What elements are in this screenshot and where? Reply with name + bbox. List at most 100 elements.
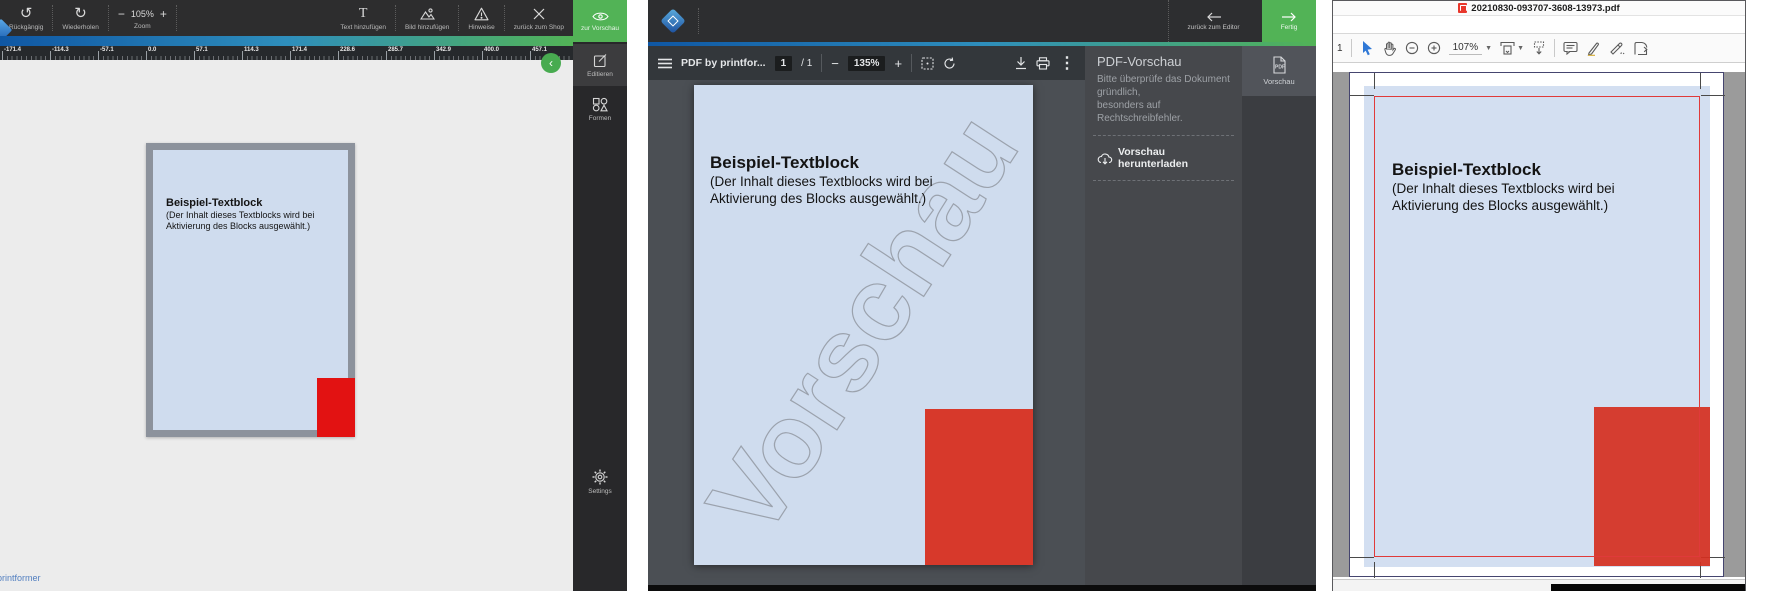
zoom-value[interactable]: 135% — [848, 56, 886, 71]
textblock-line1: (Der Inhalt dieses Textblocks wird bei — [1392, 180, 1615, 197]
redo-label: Wiederholen — [62, 24, 99, 31]
highlighter-icon[interactable] — [1586, 41, 1601, 56]
textblock-line2: Aktivierung des Blocks ausgewählt.) — [166, 221, 314, 232]
brand-gradient-bar — [0, 36, 573, 46]
edit-icon — [593, 53, 608, 68]
adobe-pdf-icon — [1458, 3, 1467, 13]
sidebar-item-edit[interactable]: Editieren — [573, 44, 627, 86]
sign-pen-icon[interactable] — [1609, 41, 1625, 55]
textblock-heading: Beispiel-Textblock — [1392, 160, 1615, 180]
ruler-tick-label: -57.1 — [100, 47, 114, 53]
sidebar-hint-line1: Bitte überprüfe das Dokument gründlich, — [1097, 73, 1230, 99]
red-image-block — [925, 409, 1033, 565]
back-to-editor-button[interactable]: zurück zum Editor — [1168, 0, 1258, 42]
page-fit-icon[interactable]: ▼ — [1500, 41, 1524, 55]
pdf-document-title: PDF by printfor... — [681, 57, 766, 69]
preview-header: zurück zum Editor Fertig — [648, 0, 1316, 42]
textblock-line1: (Der Inhalt dieses Textblocks wird bei — [710, 173, 933, 190]
back-to-editor-label: zurück zum Editor — [1187, 24, 1239, 31]
arrow-right-icon — [1281, 12, 1297, 22]
pdf-page: Beispiel-Textblock (Der Inhalt dieses Te… — [1349, 72, 1724, 577]
toolbar-separator — [1554, 39, 1555, 57]
done-button[interactable]: Fertig — [1262, 0, 1316, 42]
select-tool-icon[interactable] — [1360, 40, 1374, 56]
header-separator — [698, 8, 699, 34]
toolbar-separator — [821, 54, 822, 72]
dashed-separator — [1093, 180, 1234, 181]
download-preview-label: Vorschau herunterladen — [1118, 146, 1230, 170]
ruler-tick-label: 0.0 — [148, 47, 156, 53]
add-image-button[interactable]: Bild hinzufügen — [396, 0, 458, 36]
ruler-tick-label: -114.3 — [52, 47, 69, 53]
zoom-out-icon[interactable] — [1405, 41, 1419, 55]
to-preview-button[interactable]: zur Vorschau — [573, 0, 627, 42]
redo-button[interactable]: ↻ Wiederholen — [53, 0, 108, 36]
ruler-tick-label: 342.9 — [436, 47, 451, 53]
ruler-tick-label: 400.0 — [484, 47, 499, 53]
pdf-page: Vorschau Beispiel-Textblock (Der Inhalt … — [694, 85, 1033, 565]
close-icon — [533, 6, 545, 22]
sidebar-hint-line2: besonders auf Rechtschreibfehler. — [1097, 99, 1230, 125]
hand-tool-icon[interactable] — [1382, 40, 1397, 56]
chevron-down-icon: ▼ — [1485, 45, 1492, 52]
editor-panel: ↺ Rückgängig ↻ Wiederholen − 105% + Zoom… — [0, 0, 627, 591]
page-number-input[interactable]: 1 — [775, 56, 793, 71]
more-options-icon[interactable]: ⋮ — [1059, 53, 1075, 73]
zoom-value: 107% — [1449, 42, 1483, 55]
download-preview-button[interactable]: Vorschau herunterladen — [1097, 146, 1230, 170]
back-to-shop-label: zurück zum Shop — [514, 24, 564, 31]
zoom-out-button[interactable]: − — [831, 56, 839, 71]
textblock-heading: Beispiel-Textblock — [710, 153, 933, 173]
comment-icon[interactable] — [1563, 41, 1578, 55]
red-image-block — [1594, 407, 1710, 566]
page-margin-right — [1724, 72, 1745, 577]
undo-icon: ↺ — [20, 6, 33, 22]
cloud-download-icon — [1097, 152, 1113, 165]
scroll-mode-icon[interactable] — [1532, 41, 1546, 55]
pdf-preview-panel: zurück zum Editor Fertig PDF by printfor… — [648, 0, 1316, 591]
toolbar-spacer — [177, 0, 332, 36]
pdf-viewer-toolbar: PDF by printfor... 1 / 1 − 135% + ⋮ — [648, 46, 1085, 80]
hints-button[interactable]: Hinweise — [459, 0, 503, 36]
preview-tab-strip: PDF Vorschau — [1242, 46, 1316, 585]
dashed-separator — [1093, 135, 1234, 136]
zoom-control: − 105% + Zoom — [109, 0, 176, 36]
chevron-down-icon: ▼ — [1517, 45, 1524, 52]
toolbar-separator — [911, 54, 912, 72]
sidebar-item-shapes[interactable]: Formen — [573, 88, 627, 130]
share-page-icon[interactable] — [1633, 41, 1648, 56]
textblock-heading: Beispiel-Textblock — [166, 197, 314, 210]
editor-canvas[interactable]: Beispiel-Textblock (Der Inhalt dieses Te… — [0, 60, 573, 591]
pdf-file-icon: PDF — [1272, 56, 1287, 74]
tab-vorschau-label: Vorschau — [1263, 77, 1294, 86]
download-icon[interactable] — [1015, 57, 1027, 70]
sidebar-title: PDF-Vorschau — [1097, 54, 1230, 69]
acrobat-document-area[interactable]: Beispiel-Textblock (Der Inhalt dieses Te… — [1333, 63, 1745, 579]
back-to-shop-button[interactable]: zurück zum Shop — [505, 0, 573, 36]
sidebar-item-settings-label: Settings — [588, 488, 612, 495]
print-icon[interactable] — [1036, 57, 1050, 70]
pdf-viewer-area[interactable]: Vorschau Beispiel-Textblock (Der Inhalt … — [648, 80, 1085, 585]
ruler-tick-label: 228.6 — [340, 47, 355, 53]
zoom-in-button[interactable]: + — [894, 56, 902, 71]
to-preview-label: zur Vorschau — [581, 25, 619, 32]
rotate-icon[interactable] — [943, 57, 956, 70]
collapse-ruler-button[interactable]: ‹ — [541, 53, 561, 73]
add-text-button[interactable]: T Text hinzufügen — [331, 0, 395, 36]
eye-icon — [592, 11, 609, 22]
menu-icon[interactable] — [658, 58, 672, 69]
red-image-block[interactable] — [317, 378, 355, 437]
gear-icon — [592, 469, 608, 485]
tab-vorschau[interactable]: PDF Vorschau — [1242, 46, 1316, 96]
zoom-level-select[interactable]: 107% ▼ — [1449, 42, 1493, 55]
undo-label: Rückgängig — [9, 24, 43, 31]
fit-page-icon[interactable] — [921, 57, 934, 70]
zoom-in-icon[interactable] — [1427, 41, 1441, 55]
zoom-out-button[interactable]: − — [118, 7, 125, 21]
sidebar-item-settings[interactable]: Settings — [573, 460, 627, 504]
zoom-in-button[interactable]: + — [160, 7, 167, 21]
printformer-footer-link[interactable]: printformer — [0, 573, 41, 583]
acrobat-tab-row — [1333, 16, 1745, 34]
sample-textblock[interactable]: Beispiel-Textblock (Der Inhalt dieses Te… — [166, 197, 314, 232]
textblock-line1: (Der Inhalt dieses Textblocks wird bei — [166, 210, 314, 221]
